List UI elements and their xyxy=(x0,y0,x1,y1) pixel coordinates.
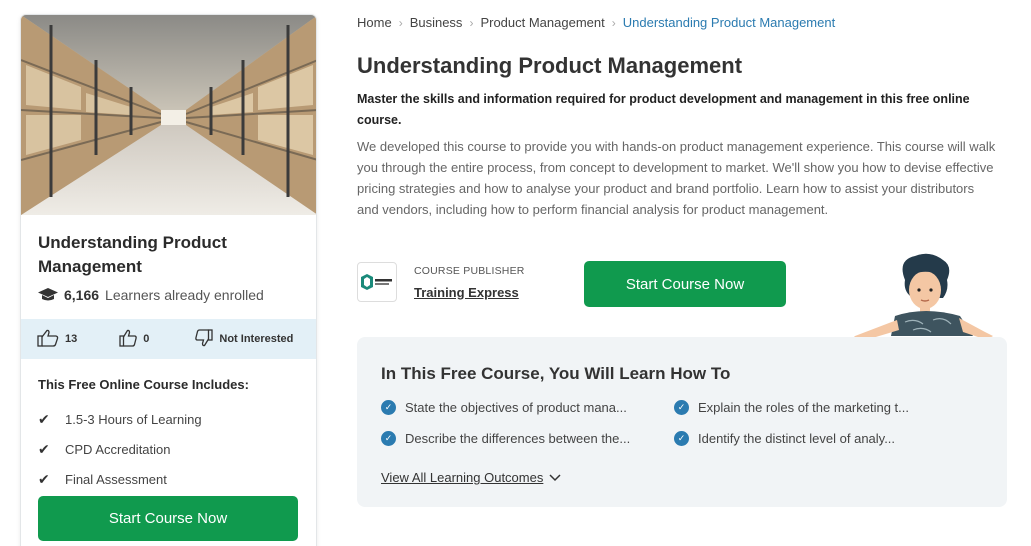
outcome-text: Explain the roles of the marketing t... xyxy=(698,400,909,415)
breadcrumb-business[interactable]: Business xyxy=(410,15,463,30)
breadcrumb-current[interactable]: Understanding Product Management xyxy=(623,15,835,30)
feedback-bar: 13 0 Not Interested xyxy=(21,319,316,359)
outcome-text: Identify the distinct level of analy... xyxy=(698,431,896,446)
check-circle-icon: ✓ xyxy=(674,400,689,415)
view-all-outcomes-link[interactable]: View All Learning Outcomes xyxy=(381,470,561,485)
chevron-right-icon: › xyxy=(611,15,616,30)
start-course-button[interactable]: Start Course Now xyxy=(584,261,786,307)
include-label: Final Assessment xyxy=(65,471,167,487)
learning-outcome: ✓ Explain the roles of the marketing t..… xyxy=(674,400,909,415)
publisher-logo[interactable] xyxy=(357,262,397,302)
list-item: ✔ 1.5-3 Hours of Learning xyxy=(38,404,202,434)
enrolled-label: Learners already enrolled xyxy=(105,287,264,303)
thumbs-down-icon xyxy=(195,328,214,350)
publisher-link[interactable]: Training Express xyxy=(414,285,525,300)
course-lead: Master the skills and information requir… xyxy=(357,92,970,127)
course-publisher: COURSE PUBLISHER Training Express xyxy=(357,262,525,302)
includes-list: ✔ 1.5-3 Hours of Learning ✔ CPD Accredit… xyxy=(38,404,202,494)
list-item: ✔ Final Assessment xyxy=(38,464,202,494)
course-card: Understanding Product Management 6,166 L… xyxy=(20,14,317,546)
list-item: ✔ CPD Accreditation xyxy=(38,434,202,464)
chevron-down-icon xyxy=(549,470,561,485)
thumbs-up-icon xyxy=(37,329,59,350)
like-count: 13 xyxy=(65,333,78,345)
enrolled-count: 6,166 xyxy=(64,287,100,303)
check-circle-icon: ✓ xyxy=(674,431,689,446)
enrolled-info: 6,166 Learners already enrolled xyxy=(38,287,264,303)
dislike-count: 0 xyxy=(143,333,150,345)
checkmark-icon: ✔ xyxy=(38,470,50,487)
course-description: We developed this course to provide you … xyxy=(357,139,996,217)
graduation-cap-icon xyxy=(38,288,58,302)
course-card-title: Understanding Product Management xyxy=(38,233,227,276)
learning-outcomes-panel: In This Free Course, You Will Learn How … xyxy=(357,337,1007,507)
thumbs-up-outline-icon xyxy=(119,329,138,350)
learning-outcome: ✓ State the objectives of product mana..… xyxy=(381,400,627,415)
learning-outcome: ✓ Describe the differences between the..… xyxy=(381,431,630,446)
outcome-text: State the objectives of product mana... xyxy=(405,400,627,415)
not-interested-button[interactable]: Not Interested xyxy=(195,328,294,350)
breadcrumb: Home › Business › Product Management › U… xyxy=(357,15,835,30)
breadcrumb-home[interactable]: Home xyxy=(357,15,392,30)
checkmark-icon: ✔ xyxy=(38,440,50,457)
view-all-label: View All Learning Outcomes xyxy=(381,470,544,485)
start-course-button-card[interactable]: Start Course Now xyxy=(38,496,298,541)
dislike-toggle[interactable]: 0 xyxy=(119,329,149,350)
include-label: 1.5-3 Hours of Learning xyxy=(65,411,202,427)
not-interested-label: Not Interested xyxy=(219,333,294,345)
outcome-text: Describe the differences between the... xyxy=(405,431,631,446)
publisher-label: COURSE PUBLISHER xyxy=(414,264,525,277)
learning-outcomes-title: In This Free Course, You Will Learn How … xyxy=(381,364,731,383)
check-circle-icon: ✓ xyxy=(381,431,396,446)
course-hero-image xyxy=(21,15,316,215)
chevron-right-icon: › xyxy=(398,15,403,30)
check-circle-icon: ✓ xyxy=(381,400,396,415)
page-title: Understanding Product Management xyxy=(357,53,743,78)
checkmark-icon: ✔ xyxy=(38,410,50,427)
learning-outcome: ✓ Identify the distinct level of analy..… xyxy=(674,431,895,446)
like-button[interactable]: 13 xyxy=(37,329,77,350)
breadcrumb-product-management[interactable]: Product Management xyxy=(480,15,604,30)
includes-title: This Free Online Course Includes: xyxy=(38,377,249,392)
chevron-right-icon: › xyxy=(469,15,474,30)
include-label: CPD Accreditation xyxy=(65,441,171,457)
